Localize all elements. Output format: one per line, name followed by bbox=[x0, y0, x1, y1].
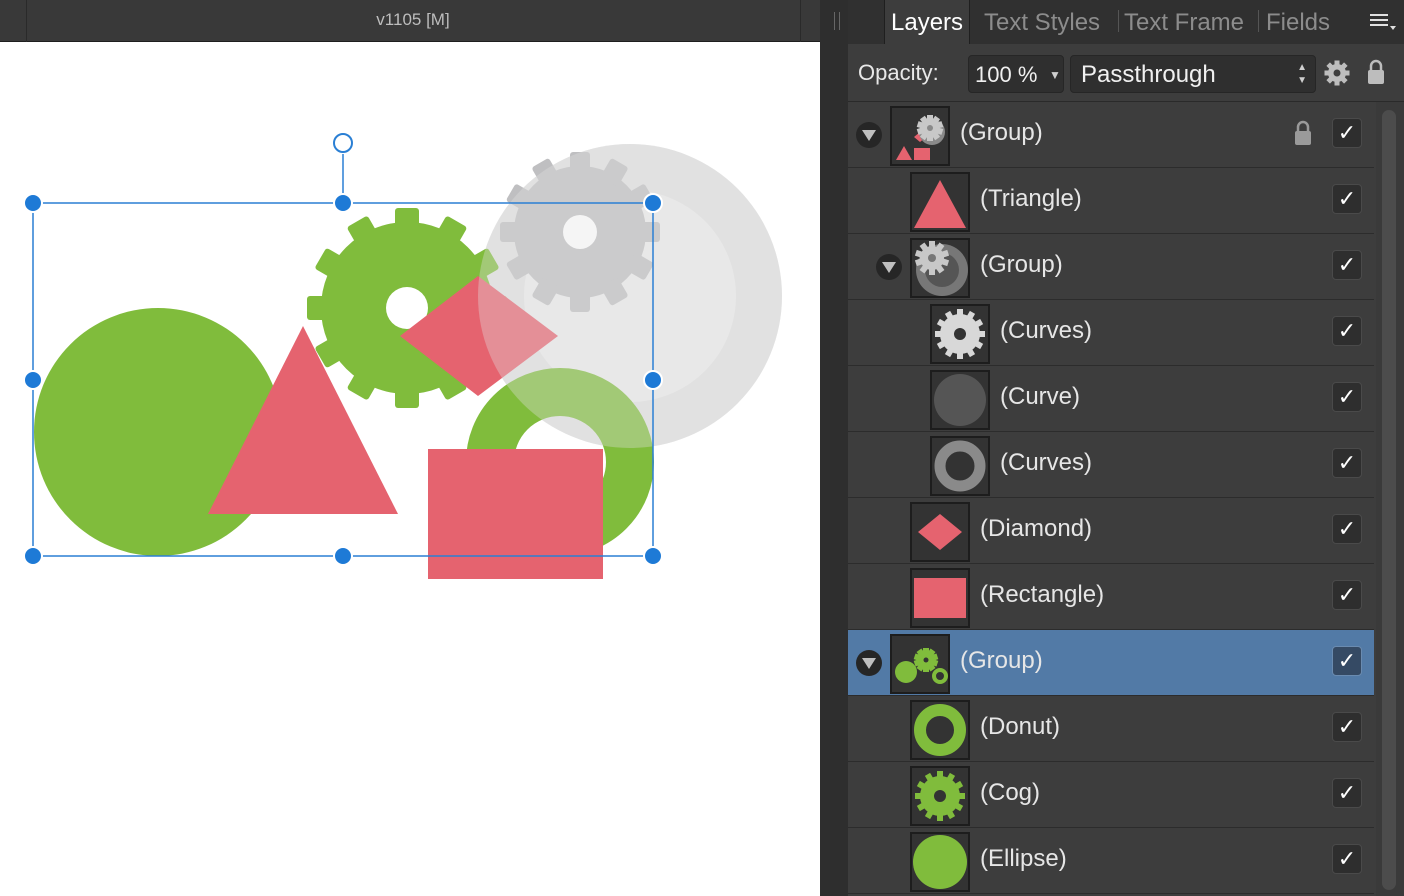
layer-name: (Curve) bbox=[1000, 383, 1081, 410]
layer-thumbnail bbox=[930, 436, 990, 496]
scrollbar-thumb[interactable] bbox=[1382, 110, 1396, 890]
resize-handle-top-right[interactable] bbox=[643, 193, 663, 213]
resize-handle-bottom[interactable] bbox=[333, 546, 353, 566]
layers-list[interactable]: (Group) ✓ (Triangle) ✓ (Group) ✓ (Curves) ✓ (Cur… bbox=[848, 102, 1376, 896]
opacity-input[interactable]: 100 % ▼ bbox=[968, 55, 1064, 93]
layer-name: (Triangle) bbox=[980, 185, 1082, 212]
chevron-down-icon[interactable]: ▼ bbox=[1049, 56, 1061, 92]
visibility-checkbox[interactable]: ✓ bbox=[1332, 118, 1362, 148]
layer-row[interactable]: (Curves) ✓ bbox=[848, 300, 1374, 366]
disclosure-triangle-icon[interactable] bbox=[856, 650, 882, 676]
resize-handle-top-left[interactable] bbox=[23, 193, 43, 213]
layer-row[interactable]: (Ellipse) ✓ bbox=[848, 828, 1374, 894]
layer-row[interactable]: (Curve) ✓ bbox=[848, 366, 1374, 432]
resize-handle-top[interactable] bbox=[333, 193, 353, 213]
layer-name: (Curves) bbox=[1000, 317, 1093, 344]
drag-grip-icon[interactable] bbox=[834, 12, 840, 30]
layer-thumbnail bbox=[930, 370, 990, 430]
layer-row[interactable]: (Group) ✓ bbox=[848, 234, 1374, 300]
layer-thumbnail bbox=[910, 568, 970, 628]
rotation-handle[interactable] bbox=[333, 133, 353, 153]
layer-name: (Group) bbox=[980, 251, 1063, 278]
layer-name: (Diamond) bbox=[980, 515, 1093, 542]
tab-fields[interactable]: Fields bbox=[1266, 0, 1330, 44]
layer-name: (Rectangle) bbox=[980, 581, 1105, 608]
layer-thumbnail bbox=[910, 766, 970, 826]
layer-thumbnail bbox=[890, 106, 950, 166]
layer-thumbnail bbox=[890, 634, 950, 694]
layer-row[interactable]: (Triangle) ✓ bbox=[848, 168, 1374, 234]
opacity-blend-row: Opacity: 100 % ▼ Passthrough ▲ ▼ bbox=[848, 44, 1404, 102]
visibility-checkbox[interactable]: ✓ bbox=[1332, 844, 1362, 874]
tab-layers[interactable]: Layers bbox=[884, 0, 971, 44]
layer-thumbnail bbox=[910, 700, 970, 760]
panel-menu-icon[interactable] bbox=[1370, 12, 1398, 32]
panel-tab-bar: Layers Text Styles Text Frame Fields bbox=[834, 0, 1404, 44]
layer-thumbnail bbox=[910, 502, 970, 562]
resize-handle-right[interactable] bbox=[643, 370, 663, 390]
rectangle-shape[interactable] bbox=[428, 449, 603, 579]
visibility-checkbox[interactable]: ✓ bbox=[1332, 712, 1362, 742]
resize-handle-left[interactable] bbox=[23, 370, 43, 390]
layer-name: (Group) bbox=[960, 119, 1043, 146]
layer-name: (Donut) bbox=[980, 713, 1061, 740]
layer-thumbnail bbox=[910, 832, 970, 892]
tab-text-frame[interactable]: Text Frame bbox=[1124, 0, 1244, 44]
layer-name: (Ellipse) bbox=[980, 845, 1067, 872]
layer-name: (Curves) bbox=[1000, 449, 1093, 476]
layer-name: (Group) bbox=[960, 647, 1043, 674]
layer-row[interactable]: (Group) ✓ bbox=[848, 102, 1374, 168]
layer-row[interactable]: (Group) ✓ bbox=[848, 630, 1374, 696]
layer-thumbnail bbox=[910, 172, 970, 232]
layer-thumbnail bbox=[910, 238, 970, 298]
layer-row[interactable]: (Donut) ✓ bbox=[848, 696, 1374, 762]
green-ellipse-shape[interactable] bbox=[34, 308, 282, 556]
artwork[interactable] bbox=[0, 42, 820, 896]
panel-gutter bbox=[820, 0, 848, 896]
opacity-label: Opacity: bbox=[858, 60, 939, 85]
visibility-checkbox[interactable]: ✓ bbox=[1332, 448, 1362, 478]
visibility-checkbox[interactable]: ✓ bbox=[1332, 250, 1362, 280]
disclosure-triangle-icon[interactable] bbox=[856, 122, 882, 148]
lock-icon[interactable] bbox=[1366, 58, 1386, 86]
document-title: v1105 [M] bbox=[376, 10, 450, 29]
document-canvas[interactable] bbox=[0, 42, 820, 896]
visibility-checkbox[interactable]: ✓ bbox=[1332, 580, 1362, 610]
layers-scrollbar[interactable] bbox=[1376, 102, 1404, 896]
gear-icon[interactable] bbox=[1324, 60, 1350, 86]
tab-text-styles[interactable]: Text Styles bbox=[984, 0, 1100, 44]
layer-row[interactable]: (Curves) ✓ bbox=[848, 432, 1374, 498]
layer-row[interactable]: (Rectangle) ✓ bbox=[848, 564, 1374, 630]
visibility-checkbox[interactable]: ✓ bbox=[1332, 382, 1362, 412]
layer-name: (Cog) bbox=[980, 779, 1041, 806]
document-title-bar: v1105 [M] bbox=[0, 0, 820, 42]
visibility-checkbox[interactable]: ✓ bbox=[1332, 184, 1362, 214]
layer-row[interactable]: (Cog) ✓ bbox=[848, 762, 1374, 828]
stepper-arrows-icon[interactable]: ▲ ▼ bbox=[1297, 61, 1307, 87]
lock-icon[interactable] bbox=[1294, 120, 1312, 146]
blend-mode-value: Passthrough bbox=[1081, 61, 1216, 88]
resize-handle-bottom-right[interactable] bbox=[643, 546, 663, 566]
tab-separator bbox=[1258, 10, 1259, 32]
blend-mode-select[interactable]: Passthrough ▲ ▼ bbox=[1070, 55, 1316, 93]
resize-handle-bottom-left[interactable] bbox=[23, 546, 43, 566]
visibility-checkbox[interactable]: ✓ bbox=[1332, 316, 1362, 346]
disclosure-triangle-icon[interactable] bbox=[876, 254, 902, 280]
opacity-value: 100 % bbox=[975, 62, 1038, 87]
grey-overlay bbox=[478, 144, 782, 448]
layers-studio-panel: Layers Text Styles Text Frame Fields Opa… bbox=[820, 0, 1404, 896]
visibility-checkbox[interactable]: ✓ bbox=[1332, 646, 1362, 676]
visibility-checkbox[interactable]: ✓ bbox=[1332, 778, 1362, 808]
layer-thumbnail bbox=[930, 304, 990, 364]
tab-separator bbox=[1118, 10, 1119, 32]
visibility-checkbox[interactable]: ✓ bbox=[1332, 514, 1362, 544]
layer-row[interactable]: (Diamond) ✓ bbox=[848, 498, 1374, 564]
